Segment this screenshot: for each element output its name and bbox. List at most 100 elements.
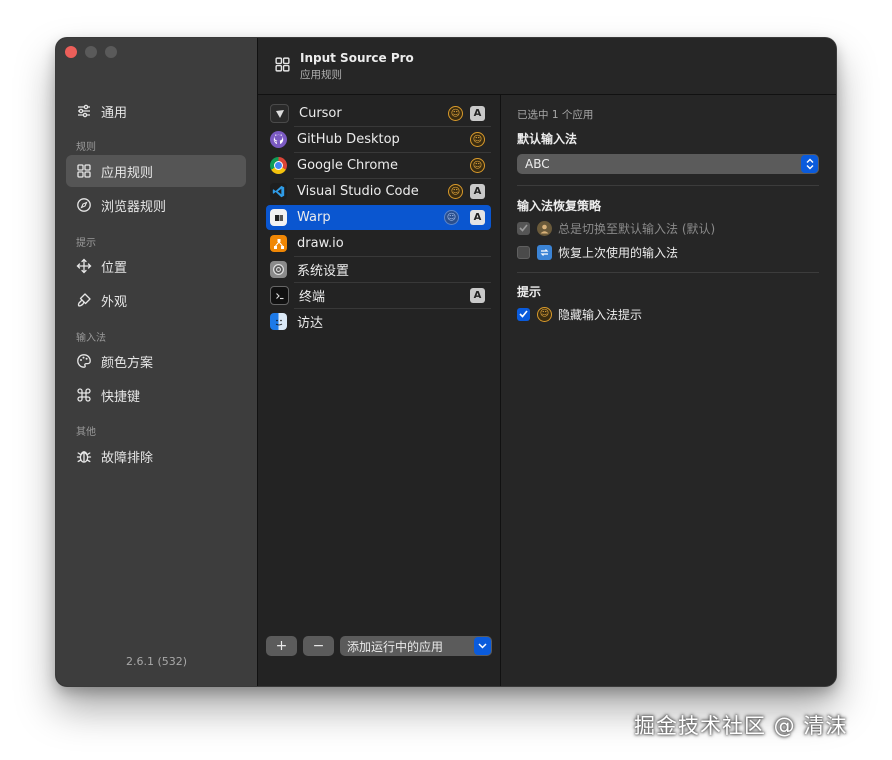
- list-footer-buttons: + − 添加运行中的应用: [266, 636, 492, 656]
- checkbox[interactable]: [517, 245, 530, 259]
- version-label: 2.6.1 (532): [125, 655, 188, 668]
- always-switch-default-option[interactable]: 总是切换至默认输入法 (默认): [517, 219, 715, 237]
- sidebar-item-label: 外观: [101, 294, 128, 310]
- list-item-cursor[interactable]: Cursor ☺ A: [266, 101, 491, 126]
- emoji-indicator-icon: ☺: [444, 210, 459, 225]
- github-desktop-app-icon: [270, 131, 287, 148]
- bug-icon: [75, 447, 93, 465]
- app-name: 访达: [297, 316, 324, 331]
- sidebar-item-color-scheme[interactable]: 颜色方案: [66, 345, 246, 377]
- option-label: 恢复上次使用的输入法: [558, 245, 679, 260]
- emoji-indicator-icon: ☺: [448, 184, 463, 199]
- emoji-indicator-icon: ☺: [470, 132, 485, 147]
- list-item-warp[interactable]: Warp ☺ A: [266, 205, 491, 230]
- checkbox[interactable]: [517, 221, 530, 235]
- move-arrows-icon: [75, 257, 93, 275]
- default-input-heading: 默认输入法: [517, 132, 578, 146]
- remove-app-button[interactable]: −: [303, 636, 334, 656]
- chevron-down-icon: [474, 637, 491, 655]
- system-settings-app-icon: [270, 261, 287, 278]
- person-emoji-icon: [537, 220, 552, 236]
- restore-last-used-option[interactable]: 恢复上次使用的输入法: [517, 243, 678, 261]
- selection-count: 已选中 1 个应用: [517, 109, 594, 121]
- sidebar-item-troubleshooting[interactable]: 故障排除: [66, 440, 246, 472]
- list-item-terminal[interactable]: 终端 A: [266, 283, 491, 308]
- brush-icon: [75, 291, 93, 309]
- vscode-app-icon: [270, 183, 287, 200]
- add-running-app-label: 添加运行中的应用: [347, 639, 444, 654]
- app-name: 系统设置: [297, 264, 350, 279]
- hide-input-tip-option[interactable]: ☺ 隐藏输入法提示: [517, 305, 642, 323]
- chevron-updown-icon: [801, 155, 818, 173]
- divider: [517, 185, 819, 186]
- sidebar-item-label: 快捷键: [101, 389, 141, 405]
- list-item-system-settings[interactable]: 系统设置: [266, 257, 491, 282]
- list-item-drawio[interactable]: draw.io: [266, 231, 491, 256]
- window-title: Input Source Pro: [300, 51, 414, 65]
- finder-app-icon: [270, 313, 287, 330]
- input-letter-badge: A: [470, 210, 485, 225]
- app-name: Google Chrome: [297, 158, 398, 173]
- sidebar-item-label: 应用规则: [101, 165, 154, 181]
- sidebar: 通用 规则 应用规则 浏览器规则 提示 位置 外观 输入法 颜色方案 快捷键 其…: [56, 38, 258, 686]
- zoom-window-button[interactable]: [105, 46, 117, 58]
- close-window-button[interactable]: [65, 46, 77, 58]
- grid-icon: [274, 56, 291, 77]
- sidebar-item-label: 浏览器规则: [101, 199, 167, 215]
- default-input-select[interactable]: ABC: [517, 154, 819, 174]
- emoji-indicator-icon: ☺: [470, 158, 485, 173]
- smiley-icon: ☺: [537, 306, 552, 322]
- rule-detail-panel: 已选中 1 个应用 默认输入法 ABC 输入法恢复策略 总是切换至默认输入法 (…: [501, 95, 836, 686]
- sidebar-section-tips: 提示: [76, 238, 96, 249]
- emoji-indicator-icon: ☺: [448, 106, 463, 121]
- grid-icon: [75, 162, 93, 180]
- tips-heading: 提示: [517, 285, 542, 299]
- sidebar-item-browser-rules[interactable]: 浏览器规则: [66, 189, 246, 221]
- sliders-icon: [75, 102, 93, 120]
- sidebar-item-shortcuts[interactable]: 快捷键: [66, 379, 246, 411]
- chrome-app-icon: [270, 157, 287, 174]
- option-label: 总是切换至默认输入法 (默认): [558, 221, 716, 236]
- default-input-value: ABC: [525, 157, 550, 171]
- sidebar-item-appearance[interactable]: 外观: [66, 284, 246, 316]
- app-name: GitHub Desktop: [297, 132, 400, 147]
- command-key-icon: [75, 386, 93, 404]
- list-item-github-desktop[interactable]: GitHub Desktop ☺: [266, 127, 491, 152]
- sidebar-item-label: 故障排除: [101, 450, 154, 466]
- app-name: Warp: [297, 210, 331, 225]
- sidebar-item-label: 通用: [101, 105, 128, 121]
- add-app-button[interactable]: +: [266, 636, 297, 656]
- list-item-finder[interactable]: 访达: [266, 309, 491, 334]
- window-controls: [65, 46, 117, 58]
- sidebar-item-general[interactable]: 通用: [66, 95, 246, 127]
- sidebar-section-rules: 规则: [76, 142, 96, 153]
- palette-icon: [75, 352, 93, 370]
- restore-strategy-heading: 输入法恢复策略: [517, 199, 602, 213]
- app-name: draw.io: [297, 236, 344, 251]
- warp-app-icon: [270, 209, 287, 226]
- sidebar-item-position[interactable]: 位置: [66, 250, 246, 282]
- content-header: Input Source Pro 应用规则: [258, 38, 836, 95]
- input-letter-badge: A: [470, 288, 485, 303]
- option-label: 隐藏输入法提示: [558, 307, 643, 322]
- app-window: 通用 规则 应用规则 浏览器规则 提示 位置 外观 输入法 颜色方案 快捷键 其…: [56, 38, 836, 686]
- app-name: 终端: [299, 290, 326, 305]
- window-subtitle: 应用规则: [300, 69, 342, 81]
- list-item-google-chrome[interactable]: Google Chrome ☺: [266, 153, 491, 178]
- minimize-window-button[interactable]: [85, 46, 97, 58]
- checkbox[interactable]: [517, 307, 530, 321]
- input-letter-badge: A: [470, 106, 485, 121]
- compass-icon: [75, 196, 93, 214]
- list-item-visual-studio-code[interactable]: Visual Studio Code ☺ A: [266, 179, 491, 204]
- watermark: 掘金技术社区 @ 清沫: [634, 714, 848, 738]
- sidebar-item-app-rules[interactable]: 应用规则: [66, 155, 246, 187]
- sidebar-section-other: 其他: [76, 427, 96, 438]
- app-list: Cursor ☺ A GitHub Desktop ☺ Google Chrom…: [258, 95, 501, 686]
- repeat-icon: [537, 244, 552, 260]
- sidebar-section-input-method: 输入法: [76, 333, 106, 344]
- add-running-app-dropdown[interactable]: 添加运行中的应用: [340, 636, 492, 656]
- sidebar-item-label: 位置: [101, 260, 128, 276]
- cursor-app-icon: [270, 104, 289, 123]
- sidebar-item-label: 颜色方案: [101, 355, 154, 371]
- divider: [517, 272, 819, 273]
